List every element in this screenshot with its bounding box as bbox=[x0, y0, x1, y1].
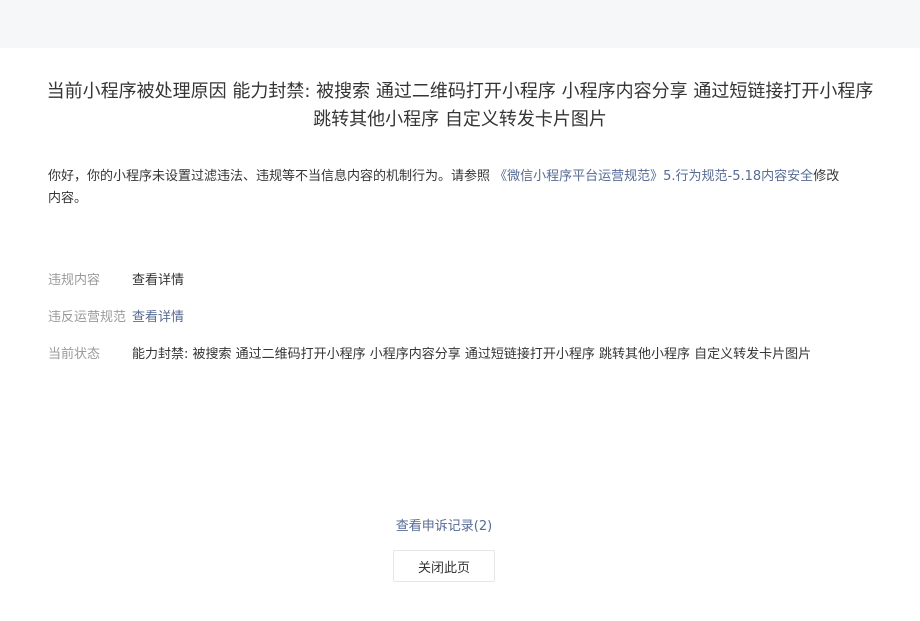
detail-row-violated-rule: 违反运营规范 查看详情 bbox=[48, 307, 848, 329]
top-bar bbox=[0, 0, 920, 48]
view-details-link[interactable]: 查看详情 bbox=[132, 270, 848, 292]
appeal-records-link[interactable]: 查看申诉记录(2) bbox=[0, 516, 888, 538]
close-page-button[interactable]: 关闭此页 bbox=[393, 550, 495, 582]
notice-prefix: 你好，你的小程序未设置过滤违法、违规等不当信息内容的机制行为。请参照 bbox=[48, 169, 495, 184]
detail-label: 当前状态 bbox=[48, 347, 101, 362]
detail-label: 违反运营规范 bbox=[48, 310, 127, 325]
view-rule-details-link[interactable]: 查看详情 bbox=[132, 307, 848, 329]
page-title: 当前小程序被处理原因 能力封禁: 被搜索 通过二维码打开小程序 小程序内容分享 … bbox=[46, 81, 874, 130]
detail-row-violation-content: 违规内容 查看详情 bbox=[48, 270, 848, 292]
detail-row-current-status: 当前状态 能力封禁: 被搜索 通过二维码打开小程序 小程序内容分享 通过短链接打… bbox=[48, 344, 848, 366]
details-list: 违规内容 查看详情 违反运营规范 查看详情 当前状态 能力封禁: 被搜索 通过二… bbox=[48, 270, 848, 381]
detail-label: 违规内容 bbox=[48, 273, 101, 288]
status-value: 能力封禁: 被搜索 通过二维码打开小程序 小程序内容分享 通过短链接打开小程序 … bbox=[132, 347, 812, 362]
notice-text: 你好，你的小程序未设置过滤违法、违规等不当信息内容的机制行为。请参照 《微信小程… bbox=[48, 166, 848, 210]
regulation-link[interactable]: 《微信小程序平台运营规范》5.行为规范-5.18内容安全 bbox=[494, 169, 813, 184]
